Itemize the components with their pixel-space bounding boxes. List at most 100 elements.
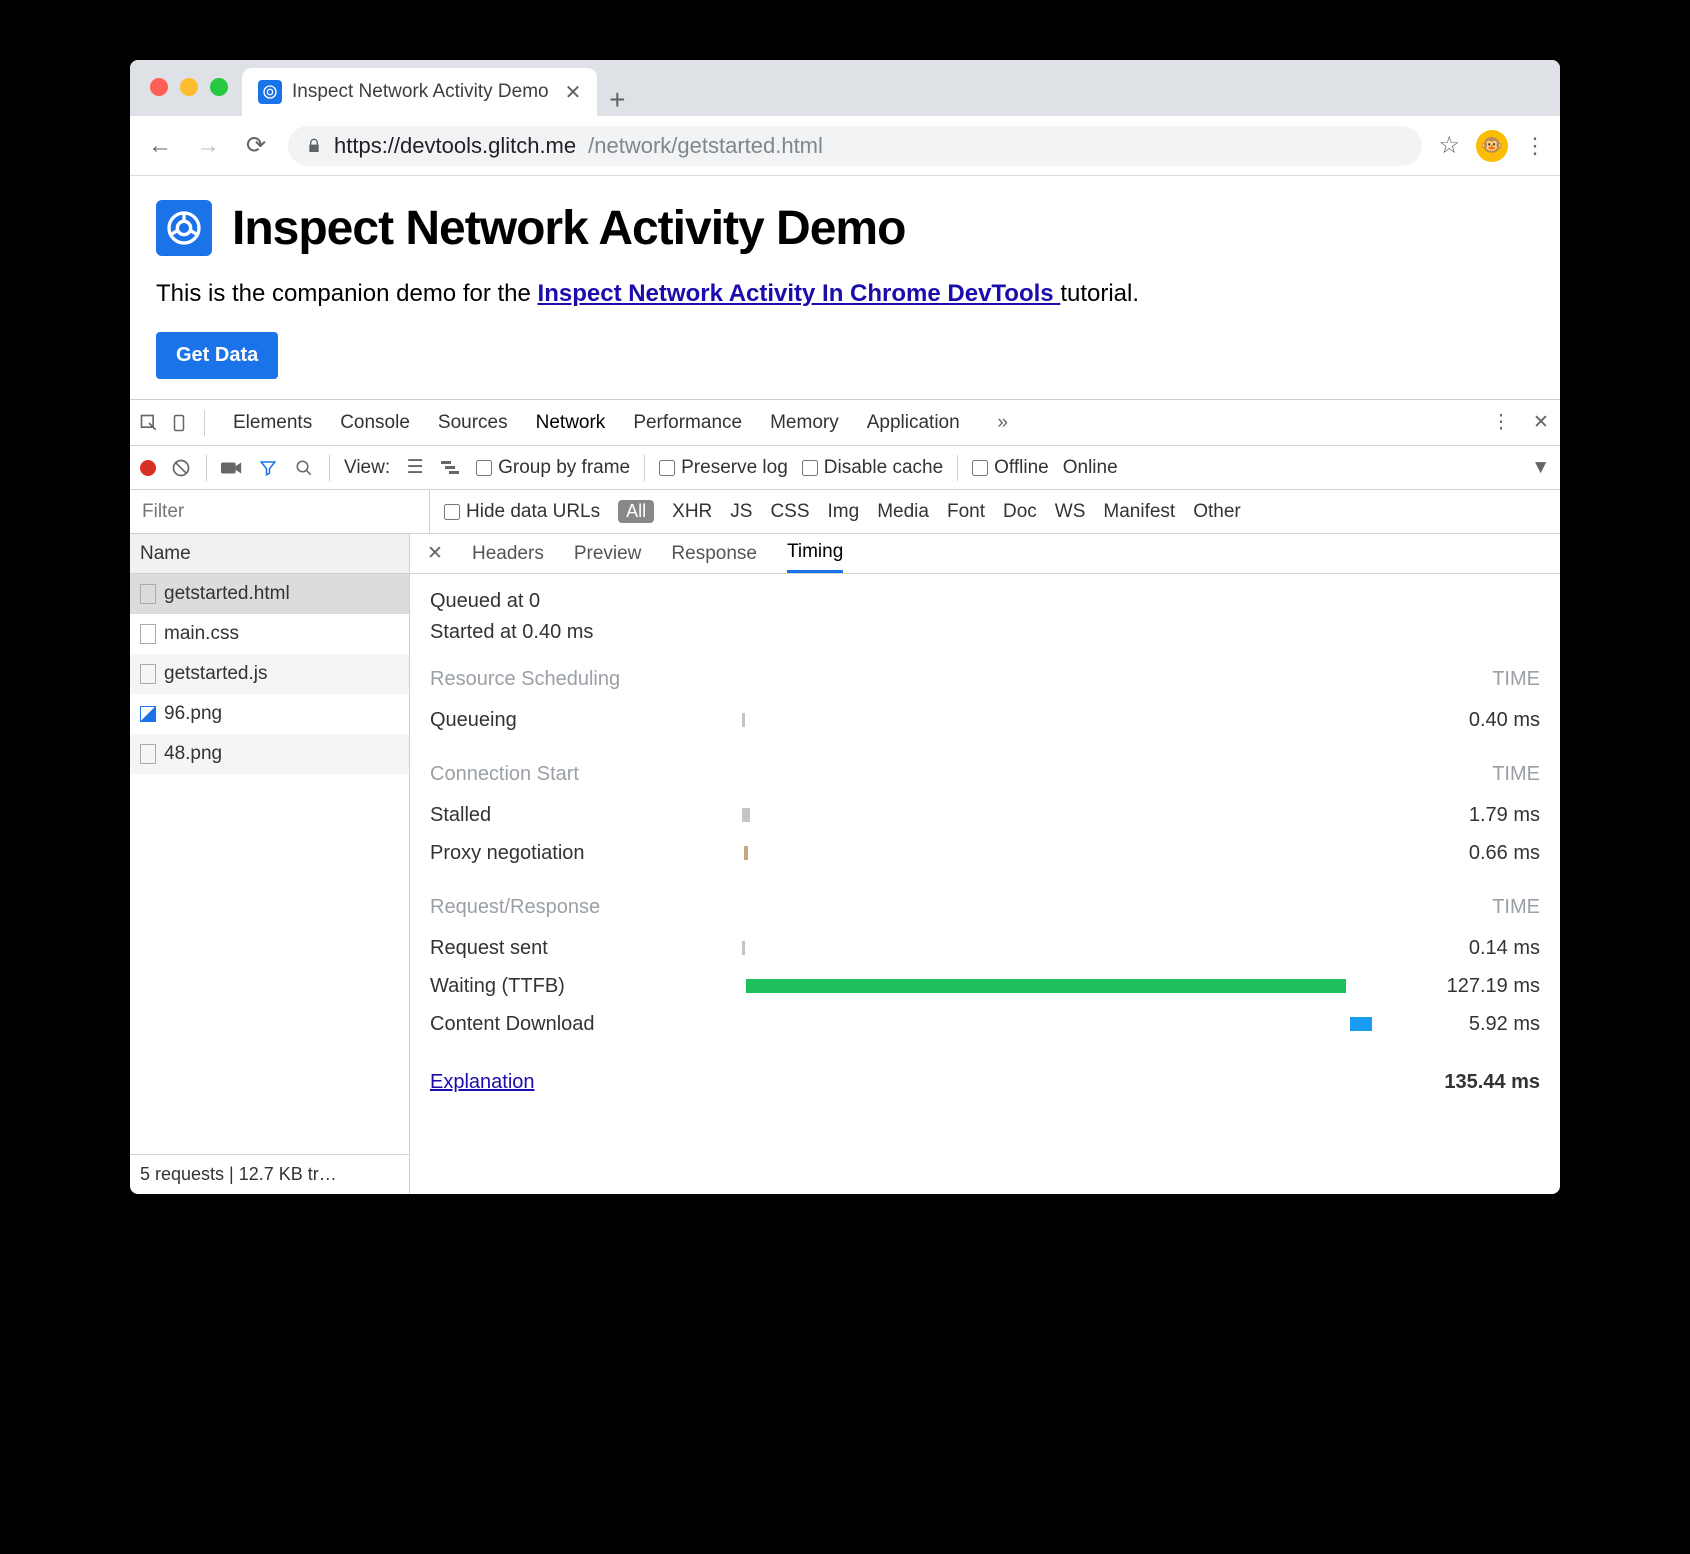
document-file-icon [140,624,156,644]
timing-label: Waiting (TTFB) [430,975,710,998]
total-time: 135.44 ms [1444,1071,1540,1094]
favicon-icon [258,80,282,104]
reload-button[interactable]: ⟳ [240,130,272,162]
filter-type-doc[interactable]: Doc [1003,501,1037,523]
close-tab-icon[interactable]: ✕ [565,80,582,105]
detail-tab-headers[interactable]: Headers [472,534,544,573]
group-by-frame-checkbox[interactable]: Group by frame [476,457,630,479]
overflow-menu-icon[interactable]: ⋮ [1524,133,1546,159]
bookmark-icon[interactable]: ☆ [1438,131,1460,160]
request-row[interactable]: main.css [130,614,409,654]
online-label[interactable]: Online [1063,457,1118,479]
request-row[interactable]: getstarted.js [130,654,409,694]
camera-icon[interactable] [221,457,243,479]
name-column-header[interactable]: Name [130,534,409,574]
maximize-window-button[interactable] [210,78,228,96]
address-bar[interactable]: https://devtools.glitch.me/network/getst… [288,126,1422,166]
timing-bar [746,979,1346,993]
clear-icon[interactable] [170,457,192,479]
detail-tab-response[interactable]: Response [671,534,757,573]
inspect-icon[interactable] [138,412,160,434]
explanation-link[interactable]: Explanation [430,1071,535,1094]
back-button[interactable]: ← [144,130,176,162]
detail-tabs: ✕ Headers Preview Response Timing [410,534,1560,574]
timing-bar-area [710,805,1410,825]
get-data-button[interactable]: Get Data [156,332,278,379]
request-row[interactable]: 96.png [130,694,409,734]
timing-label: Queueing [430,709,710,732]
timing-label: Proxy negotiation [430,842,710,865]
timing-bar-area [710,938,1410,958]
url-path: /network/getstarted.html [588,133,823,159]
timing-bar-area [710,843,1410,863]
large-rows-icon[interactable]: ☰ [404,457,426,479]
record-button[interactable] [140,460,156,476]
hide-data-urls-checkbox[interactable]: Hide data URLs [444,501,600,523]
filter-type-manifest[interactable]: Manifest [1103,501,1175,523]
request-row[interactable]: 48.png [130,734,409,774]
timing-value: 5.92 ms [1410,1013,1540,1036]
page-intro: This is the companion demo for the Inspe… [156,280,1534,308]
filter-type-ws[interactable]: WS [1055,501,1086,523]
filter-type-js[interactable]: JS [730,501,752,523]
new-tab-button[interactable]: + [597,84,637,116]
offline-checkbox[interactable]: Offline [972,457,1049,479]
close-detail-icon[interactable]: ✕ [424,543,446,565]
document-file-icon [140,664,156,684]
timing-value: 0.66 ms [1410,842,1540,865]
filter-type-xhr[interactable]: XHR [672,501,712,523]
timing-bar [1350,1017,1372,1031]
network-body: Name getstarted.htmlmain.cssgetstarted.j… [130,534,1560,1194]
device-icon[interactable] [168,412,190,434]
devtools-tab-network[interactable]: Network [522,400,620,445]
timing-label: Stalled [430,804,710,827]
devtools-tab-sources[interactable]: Sources [424,400,522,445]
timing-section-header: Request/ResponseTIME [430,896,1540,919]
timing-value: 0.14 ms [1410,937,1540,960]
waterfall-icon[interactable] [440,457,462,479]
image-file-icon [140,706,156,722]
search-icon[interactable] [293,457,315,479]
close-window-button[interactable] [150,78,168,96]
devtools-tab-console[interactable]: Console [326,400,424,445]
minimize-window-button[interactable] [180,78,198,96]
more-tabs-icon[interactable]: » [992,412,1014,434]
forward-button[interactable]: → [192,130,224,162]
page-content: Inspect Network Activity Demo This is th… [130,176,1560,399]
throttling-dropdown-icon[interactable]: ▼ [1531,457,1550,479]
timing-row: Request sent0.14 ms [430,929,1540,967]
filter-all[interactable]: All [618,500,654,523]
intro-link[interactable]: Inspect Network Activity In Chrome DevTo… [538,280,1061,307]
detail-tab-timing[interactable]: Timing [787,534,843,573]
disable-cache-checkbox[interactable]: Disable cache [802,457,943,479]
request-row[interactable]: getstarted.html [130,574,409,614]
settings-icon[interactable]: ⋮ [1490,412,1512,434]
devtools-panel: ElementsConsoleSourcesNetworkPerformance… [130,399,1560,1194]
profile-avatar[interactable]: 🐵 [1476,130,1508,162]
close-devtools-icon[interactable]: ✕ [1530,412,1552,434]
timing-row: Queueing0.40 ms [430,701,1540,739]
timing-section-header: Resource SchedulingTIME [430,668,1540,691]
status-bar: 5 requests | 12.7 KB tr… [130,1154,409,1194]
tab-title: Inspect Network Activity Demo [292,81,549,103]
devtools-tab-performance[interactable]: Performance [619,400,756,445]
url-host: https://devtools.glitch.me [334,133,576,159]
filter-icon[interactable] [257,457,279,479]
filter-input[interactable] [130,490,430,533]
filter-type-font[interactable]: Font [947,501,985,523]
page-logo-icon [156,200,212,256]
devtools-tab-application[interactable]: Application [853,400,974,445]
preserve-log-checkbox[interactable]: Preserve log [659,457,788,479]
request-name: 48.png [164,743,222,765]
filter-type-css[interactable]: CSS [770,501,809,523]
devtools-tab-elements[interactable]: Elements [219,400,326,445]
filter-type-img[interactable]: Img [828,501,860,523]
timing-bar [744,846,748,860]
filter-type-other[interactable]: Other [1193,501,1241,523]
browser-tab[interactable]: Inspect Network Activity Demo ✕ [242,68,597,116]
window-controls [150,78,228,96]
filter-type-media[interactable]: Media [877,501,929,523]
devtools-tab-memory[interactable]: Memory [756,400,853,445]
detail-tab-preview[interactable]: Preview [574,534,642,573]
timing-row: Proxy negotiation 0.66 ms [430,834,1540,872]
